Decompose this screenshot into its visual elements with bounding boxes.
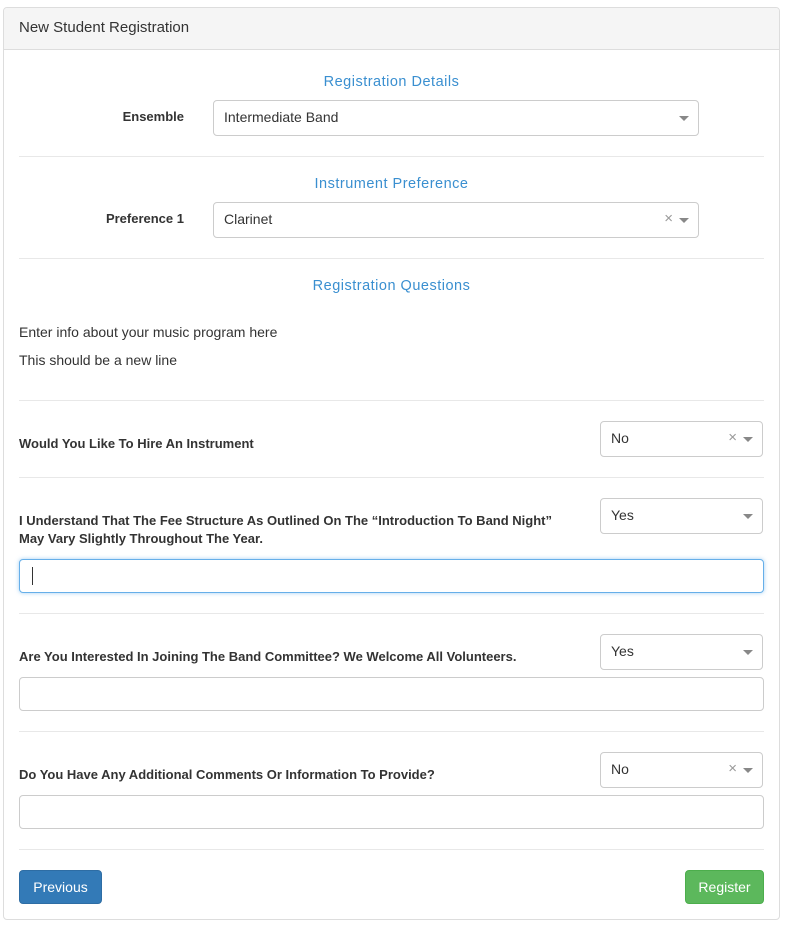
- instrument-preference-heading: Instrument Preference: [314, 176, 469, 192]
- question-band-committee: Are You Interested In Joining The Band C…: [19, 649, 517, 664]
- band-committee-select[interactable]: Yes: [600, 634, 763, 670]
- band-committee-value: Yes: [611, 643, 634, 659]
- previous-button[interactable]: Previous: [19, 870, 102, 904]
- divider: [19, 849, 764, 850]
- chevron-down-icon: [743, 768, 753, 773]
- clear-icon[interactable]: ×: [728, 429, 737, 446]
- question-additional-comments: Do You Have Any Additional Comments Or I…: [19, 767, 435, 782]
- preference-1-label: Preference 1: [105, 211, 184, 226]
- divider: [19, 156, 764, 157]
- fee-structure-value: Yes: [611, 507, 634, 523]
- question-hire-instrument: Would You Like To Hire An Instrument: [19, 436, 254, 451]
- divider: [19, 613, 764, 614]
- band-committee-input[interactable]: [19, 677, 764, 711]
- question-fee-structure: I Understand That The Fee Structure As O…: [19, 513, 552, 546]
- chevron-down-icon: [679, 116, 689, 121]
- ensemble-label: Ensemble: [122, 109, 184, 124]
- clear-icon[interactable]: ×: [664, 210, 673, 227]
- fee-structure-select[interactable]: Yes: [600, 498, 763, 534]
- fee-structure-input[interactable]: [19, 559, 764, 593]
- chevron-down-icon: [743, 514, 753, 519]
- divider: [19, 477, 764, 478]
- text-cursor: [32, 567, 33, 585]
- divider: [19, 731, 764, 732]
- preference-1-select[interactable]: Clarinet ×: [213, 202, 699, 238]
- hire-instrument-select[interactable]: No ×: [600, 421, 763, 457]
- registration-details-heading: Registration Details: [323, 74, 460, 90]
- register-button[interactable]: Register: [685, 870, 764, 904]
- panel-title: New Student Registration: [4, 8, 779, 50]
- divider: [19, 258, 764, 259]
- registration-questions-heading: Registration Questions: [312, 278, 471, 294]
- ensemble-select[interactable]: Intermediate Band: [213, 100, 699, 136]
- chevron-down-icon: [679, 218, 689, 223]
- clear-icon[interactable]: ×: [728, 760, 737, 777]
- hire-instrument-value: No: [611, 430, 629, 446]
- preference-1-value: Clarinet: [224, 211, 273, 227]
- info-text-line-1: Enter info about your music program here: [19, 324, 278, 340]
- registration-panel: New Student Registration Registration De…: [3, 7, 780, 920]
- divider: [19, 400, 764, 401]
- additional-comments-value: No: [611, 761, 629, 777]
- chevron-down-icon: [743, 437, 753, 442]
- info-text-line-2: This should be a new line: [19, 352, 177, 368]
- additional-comments-select[interactable]: No ×: [600, 752, 763, 788]
- additional-comments-input[interactable]: [19, 795, 764, 829]
- chevron-down-icon: [743, 650, 753, 655]
- ensemble-value: Intermediate Band: [224, 109, 339, 125]
